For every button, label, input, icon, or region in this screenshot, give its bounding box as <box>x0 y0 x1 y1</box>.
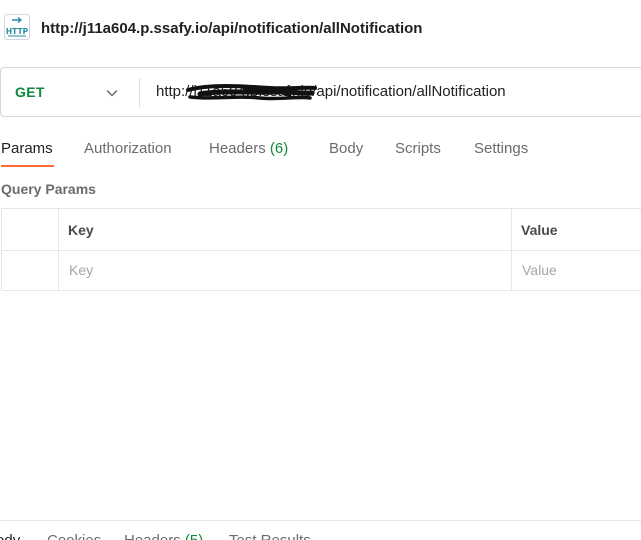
tab-settings[interactable]: Settings <box>474 140 528 157</box>
chevron-down-icon[interactable] <box>105 86 119 100</box>
query-params-label: Query Params <box>1 181 96 197</box>
tab-headers[interactable]: Headers (6) <box>209 140 288 157</box>
active-tab-indicator <box>1 165 54 167</box>
response-tab-test-results[interactable]: Test Results <box>229 532 311 540</box>
param-key-cell <box>69 262 489 278</box>
request-header: HTTP http://j11a604.p.ssafy.io/api/notif… <box>0 10 641 46</box>
request-editor: HTTP http://j11a604.p.ssafy.io/api/notif… <box>0 0 641 540</box>
table-header-row: Key Value <box>2 209 641 251</box>
param-value-input[interactable] <box>522 262 632 278</box>
response-tab-body[interactable]: Body <box>0 532 20 540</box>
column-divider <box>58 209 59 290</box>
method-selector[interactable]: GET <box>15 84 45 100</box>
param-key-input[interactable] <box>69 262 489 278</box>
tab-body[interactable]: Body <box>329 140 363 157</box>
url-bar: GET http://j11a604.p.ssafy.io/api/notifi… <box>0 67 641 117</box>
redaction-scribble <box>186 84 317 101</box>
request-title[interactable]: http://j11a604.p.ssafy.io/api/notificati… <box>41 20 422 37</box>
query-params-table: Key Value <box>1 208 641 291</box>
column-header-value: Value <box>521 222 558 238</box>
response-tab-cookies[interactable]: Cookies <box>47 532 101 540</box>
response-tabs: Body Cookies Headers (5) Test Results <box>0 520 641 540</box>
headers-count-badge: (6) <box>269 140 289 157</box>
svg-text:HTTP: HTTP <box>6 27 29 36</box>
response-tab-headers[interactable]: Headers (5) <box>124 532 203 540</box>
column-header-key: Key <box>68 222 94 238</box>
http-file-icon: HTTP <box>4 14 30 40</box>
response-headers-count-badge: (5) <box>185 532 203 540</box>
param-value-cell <box>522 262 632 278</box>
tab-params[interactable]: Params <box>1 140 53 157</box>
request-tabs: Params Authorization Headers (6) Body Sc… <box>0 136 641 168</box>
tab-authorization[interactable]: Authorization <box>84 140 172 157</box>
url-divider <box>139 78 140 108</box>
table-row <box>2 250 641 291</box>
column-divider <box>511 209 512 290</box>
tab-scripts[interactable]: Scripts <box>395 140 441 157</box>
